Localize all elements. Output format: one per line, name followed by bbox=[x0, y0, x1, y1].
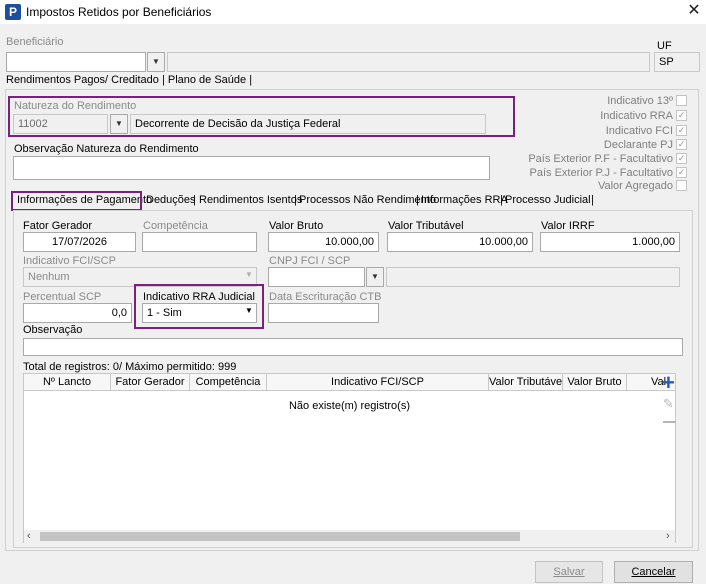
pais-exterior-pf-checkbox[interactable]: ✓ bbox=[676, 153, 687, 164]
competencia-label: Competência bbox=[143, 220, 208, 232]
cnpj-name-field bbox=[386, 267, 680, 287]
grid-column-header[interactable]: Valor Tributável bbox=[489, 374, 563, 390]
observacao-input[interactable] bbox=[23, 338, 683, 356]
valor-agregado-label: Valor Agregado bbox=[597, 180, 673, 192]
grid-column-header[interactable]: Competência bbox=[190, 374, 267, 390]
tab-rendimentos-pagos[interactable]: Rendimentos Pagos/ Creditado bbox=[6, 74, 159, 86]
top-tab-bar: Rendimentos Pagos/ Creditado | Plano de … bbox=[6, 74, 252, 86]
data-escrituracao-input[interactable] bbox=[268, 303, 379, 323]
fato-gerador-input[interactable]: 17/07/2026 bbox=[23, 232, 136, 252]
declarante-pj-checkbox[interactable]: ✓ bbox=[676, 139, 687, 150]
percentual-scp-label: Percentual SCP bbox=[23, 291, 102, 303]
scrollbar-thumb[interactable] bbox=[40, 532, 520, 541]
add-icon[interactable]: + bbox=[662, 372, 675, 394]
observacao-natureza-label: Observação Natureza do Rendimento bbox=[14, 143, 199, 155]
grid-column-header[interactable]: Valor Bruto bbox=[563, 374, 627, 390]
declarante-pj-label: Declarante PJ bbox=[603, 139, 673, 151]
tab-plano-saude[interactable]: Plano de Saúde bbox=[168, 74, 246, 86]
tab-rendimentos-isentos[interactable]: Rendimentos Isentos bbox=[197, 193, 304, 210]
scroll-left-icon[interactable]: ‹ bbox=[27, 530, 31, 542]
indicativo-rra-label: Indicativo RRA bbox=[600, 110, 673, 122]
grid-body bbox=[23, 391, 676, 543]
valor-irrf-label: Valor IRRF bbox=[541, 220, 595, 232]
cnpj-fci-scp-input[interactable] bbox=[268, 267, 365, 287]
pais-exterior-pj-label: País Exterior P.J - Facultativo bbox=[529, 167, 673, 179]
observacao-label: Observação bbox=[23, 324, 83, 336]
grid-empty-text: Não existe(m) registro(s) bbox=[288, 400, 411, 412]
beneficiario-name-field bbox=[167, 52, 650, 72]
valor-bruto-input[interactable]: 10.000,00 bbox=[268, 232, 379, 252]
observacao-natureza-input[interactable] bbox=[13, 156, 490, 180]
beneficiario-dropdown-button[interactable]: ▼ bbox=[147, 52, 165, 72]
indicativo-fci-checkbox[interactable]: ✓ bbox=[676, 125, 687, 136]
window-title: Impostos Retidos por Beneficiários bbox=[26, 5, 212, 19]
close-icon[interactable]: ✕ bbox=[684, 1, 704, 21]
valor-agregado-checkbox[interactable] bbox=[676, 180, 687, 191]
cnpj-dropdown-button[interactable]: ▼ bbox=[366, 267, 384, 287]
tab-separator: | bbox=[249, 74, 253, 86]
app-icon: P bbox=[5, 4, 21, 20]
edit-icon[interactable]: ✎ bbox=[663, 396, 674, 412]
valor-bruto-label: Valor Bruto bbox=[269, 220, 324, 232]
grid-column-header[interactable]: Fator Gerador bbox=[111, 374, 190, 390]
tab-informacoes-rra[interactable]: Informações RRA bbox=[419, 193, 510, 210]
indicativo-rra-checkbox[interactable]: ✓ bbox=[676, 110, 687, 121]
grid-column-header[interactable]: Indicativo FCI/SCP bbox=[267, 374, 489, 390]
competencia-input[interactable] bbox=[142, 232, 257, 252]
chevron-down-icon: ▼ bbox=[371, 272, 379, 281]
beneficiario-label: Beneficiário bbox=[6, 36, 64, 48]
cancel-button[interactable]: Cancelar bbox=[614, 561, 693, 583]
cancel-button-label: Cancelar bbox=[631, 566, 676, 578]
tab-deducoes[interactable]: Deduções bbox=[144, 193, 198, 210]
cnpj-fci-scp-label: CNPJ FCI / SCP bbox=[269, 255, 351, 267]
save-button[interactable]: Salvar bbox=[535, 561, 603, 583]
tab-separator: | bbox=[591, 194, 594, 206]
scroll-right-icon[interactable]: › bbox=[666, 530, 670, 542]
chevron-down-icon: ▼ bbox=[245, 270, 253, 279]
fato-gerador-label: Fator Gerador bbox=[23, 220, 93, 232]
chevron-down-icon: ▼ bbox=[152, 57, 160, 66]
beneficiario-code-input[interactable] bbox=[6, 52, 146, 72]
valor-tributavel-label: Valor Tributável bbox=[388, 220, 464, 232]
tab-highlight bbox=[11, 191, 142, 211]
percentual-scp-input[interactable]: 0,0 bbox=[23, 303, 132, 323]
save-button-label: Salvar bbox=[553, 566, 585, 578]
uf-label: UF bbox=[657, 40, 672, 52]
indicativo-fci-label: Indicativo FCI bbox=[605, 125, 673, 137]
data-escrituracao-label: Data Escrituração CTB bbox=[269, 291, 382, 303]
tab-processo-judicial[interactable]: Processo Judicial bbox=[503, 193, 593, 210]
rra-judicial-highlight bbox=[134, 284, 264, 329]
grid-column-header[interactable]: Nº Lancto bbox=[24, 374, 111, 390]
pais-exterior-pj-checkbox[interactable]: ✓ bbox=[676, 167, 687, 178]
natureza-highlight bbox=[8, 96, 515, 137]
remove-icon[interactable] bbox=[663, 421, 676, 423]
grid-total-text: Total de registros: 0/ Máximo permitido:… bbox=[23, 361, 237, 373]
grid-header: Nº Lancto Fator Gerador Competência Indi… bbox=[23, 373, 676, 391]
indicativo-fci-scp-label: Indicativo FCI/SCP bbox=[23, 255, 116, 267]
valor-tributavel-input[interactable]: 10.000,00 bbox=[387, 232, 533, 252]
indicativo-13-label: Indicativo 13º bbox=[607, 95, 673, 107]
pais-exterior-pf-label: País Exterior P.F - Facultativo bbox=[528, 153, 673, 165]
valor-irrf-input[interactable]: 1.000,00 bbox=[540, 232, 680, 252]
tab-separator: | bbox=[161, 74, 165, 86]
uf-field: SP bbox=[654, 52, 700, 72]
indicativo-13-checkbox[interactable] bbox=[676, 95, 687, 106]
